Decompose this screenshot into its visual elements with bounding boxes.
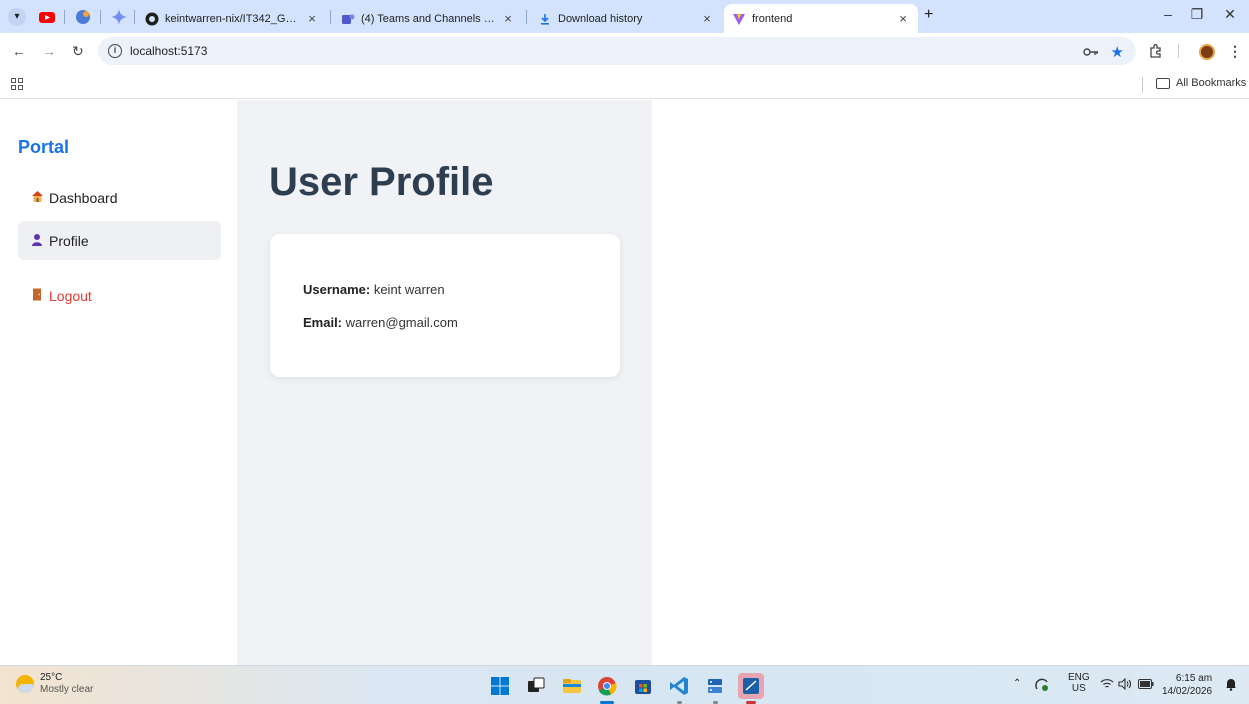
tab-teams[interactable]: (4) Teams and Channels | Gener × xyxy=(333,4,523,33)
forward-button[interactable]: → xyxy=(42,43,56,59)
tab-label: frontend xyxy=(752,12,793,25)
window-close-button[interactable]: ✕ xyxy=(1215,6,1245,23)
username-value: keint warren xyxy=(373,282,445,297)
weather-icon xyxy=(16,675,34,693)
url-text: localhost:5173 xyxy=(130,44,208,58)
tab-strip: ▾ keintwarren-nix/IT342_G6_POLI × (4) Te… xyxy=(0,0,1249,33)
tab-separator xyxy=(330,10,331,24)
page-content: Portal Dashboard Profile Logout User Pro… xyxy=(0,100,1249,665)
tab-search-button[interactable]: ▾ xyxy=(8,8,26,26)
username-row: Username: keint warren xyxy=(303,282,445,297)
clock-date: 14/02/2026 xyxy=(1162,686,1213,697)
file-explorer-icon[interactable] xyxy=(561,675,583,697)
chrome-icon[interactable] xyxy=(596,675,618,697)
new-tab-button[interactable]: + xyxy=(924,6,933,24)
teams-icon xyxy=(342,14,355,24)
sidebar-item-label: Dashboard xyxy=(49,189,118,206)
youtube-icon[interactable] xyxy=(38,8,56,26)
close-icon[interactable]: × xyxy=(501,11,515,26)
task-view-icon[interactable] xyxy=(525,675,547,697)
gemini-icon[interactable] xyxy=(110,8,128,26)
email-row: Email: warren@gmail.com xyxy=(303,315,458,330)
pinned-app-icon[interactable] xyxy=(74,8,92,26)
bookmarks-bar: All Bookmarks xyxy=(0,71,1249,99)
chevron-up-icon[interactable]: ⌃ xyxy=(1013,678,1021,689)
weather-condition: Mostly clear xyxy=(40,684,94,695)
main-content: User Profile Username: keint warren Emai… xyxy=(237,100,652,665)
all-bookmarks-button[interactable]: All Bookmarks xyxy=(1156,77,1246,89)
tab-frontend[interactable]: frontend × xyxy=(724,4,918,33)
password-key-icon[interactable] xyxy=(1082,47,1099,57)
apps-grid-icon[interactable] xyxy=(11,78,23,90)
sidebar-item-logout[interactable]: Logout xyxy=(18,276,221,315)
username-label: Username: xyxy=(303,282,371,297)
vscode-icon[interactable] xyxy=(668,675,690,697)
tab-label: keintwarren-nix/IT342_G6_POLI xyxy=(165,12,299,25)
tab-separator xyxy=(64,10,65,24)
back-button[interactable]: ← xyxy=(12,43,26,59)
menu-kebab-icon[interactable]: ⋮ xyxy=(1228,43,1242,60)
temperature: 25°C xyxy=(40,672,63,683)
weather-widget[interactable]: 25°C Mostly clear xyxy=(16,672,93,696)
email-value: warren@gmail.com xyxy=(345,315,458,330)
sidebar: Portal Dashboard Profile Logout xyxy=(0,100,237,665)
profile-card: Username: keint warren Email: warren@gma… xyxy=(270,234,620,377)
tab-label: Download history xyxy=(558,12,643,25)
address-bar[interactable]: i localhost:5173 ★ xyxy=(98,37,1136,65)
tab-github[interactable]: keintwarren-nix/IT342_G6_POLI × xyxy=(137,4,327,33)
extensions-icon[interactable] xyxy=(1148,43,1164,59)
system-clock[interactable]: 6:15 am 14/02/2026 xyxy=(1162,672,1212,698)
site-info-icon[interactable]: i xyxy=(108,44,122,58)
tab-download-history[interactable]: Download history × xyxy=(530,4,722,33)
wifi-icon[interactable] xyxy=(1100,678,1114,690)
battery-icon[interactable] xyxy=(1138,679,1154,689)
house-icon xyxy=(30,190,44,206)
folder-icon xyxy=(1156,77,1170,89)
user-icon xyxy=(30,233,44,249)
sidebar-item-dashboard[interactable]: Dashboard xyxy=(18,178,221,217)
tab-separator xyxy=(100,10,101,24)
restore-button[interactable]: ❐ xyxy=(1182,6,1212,23)
language-label: ENG xyxy=(1068,672,1090,683)
door-icon xyxy=(30,288,44,304)
notification-bell-icon[interactable] xyxy=(1225,677,1237,691)
all-bookmarks-label: All Bookmarks xyxy=(1176,77,1247,89)
sidebar-item-label: Profile xyxy=(49,232,89,249)
tab-label: (4) Teams and Channels | Gener xyxy=(361,12,495,25)
store-icon[interactable] xyxy=(632,675,654,697)
snipping-tool-icon[interactable] xyxy=(738,673,764,699)
language-indicator[interactable]: ENG US xyxy=(1068,672,1090,694)
brand-title: Portal xyxy=(18,137,70,157)
page-title: User Profile xyxy=(269,160,494,204)
bookmarks-separator xyxy=(1142,77,1143,93)
close-icon[interactable]: × xyxy=(700,11,714,26)
email-label: Email: xyxy=(303,315,343,330)
tab-separator xyxy=(526,10,527,24)
region-label: US xyxy=(1071,683,1086,694)
clock-time: 6:15 am xyxy=(1175,673,1213,684)
windows-start-icon[interactable] xyxy=(489,675,511,697)
download-icon xyxy=(541,13,549,25)
tab-separator xyxy=(134,10,135,24)
toolbar-separator xyxy=(1178,44,1179,58)
close-icon[interactable]: × xyxy=(896,11,910,26)
server-app-icon[interactable] xyxy=(704,675,726,697)
taskbar: 25°C Mostly clear ⌃ ENG US 6:15 am 14/02… xyxy=(0,665,1249,704)
volume-icon[interactable] xyxy=(1118,678,1132,690)
sidebar-item-label: Logout xyxy=(49,287,92,304)
github-icon xyxy=(145,12,159,25)
close-icon[interactable]: × xyxy=(305,11,319,26)
profile-avatar[interactable] xyxy=(1199,44,1215,60)
sidebar-item-profile[interactable]: Profile xyxy=(18,221,221,260)
bookmark-star-icon[interactable]: ★ xyxy=(1111,43,1124,61)
reload-button[interactable]: ↻ xyxy=(72,43,84,60)
sync-icon[interactable] xyxy=(1034,678,1050,692)
vite-icon xyxy=(733,13,745,25)
minimize-button[interactable]: – xyxy=(1153,6,1183,22)
browser-toolbar: ← → ↻ i localhost:5173 ★ ⋮ xyxy=(0,33,1249,71)
